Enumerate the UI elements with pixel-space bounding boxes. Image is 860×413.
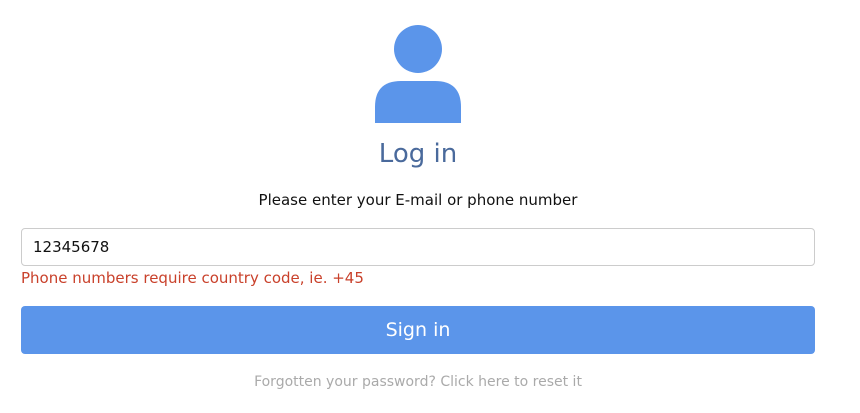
login-page: Log in Please enter your E-mail or phone… — [0, 0, 860, 413]
login-prompt: Please enter your E-mail or phone number — [258, 191, 578, 209]
validation-error: Phone numbers require country code, ie. … — [21, 269, 364, 287]
sign-in-button[interactable]: Sign in — [21, 306, 815, 354]
email-or-phone-input[interactable] — [21, 228, 815, 266]
forgot-password-link[interactable]: Forgotten your password? Click here to r… — [0, 372, 836, 392]
page-title: Log in — [378, 139, 458, 169]
user-icon — [375, 25, 461, 123]
